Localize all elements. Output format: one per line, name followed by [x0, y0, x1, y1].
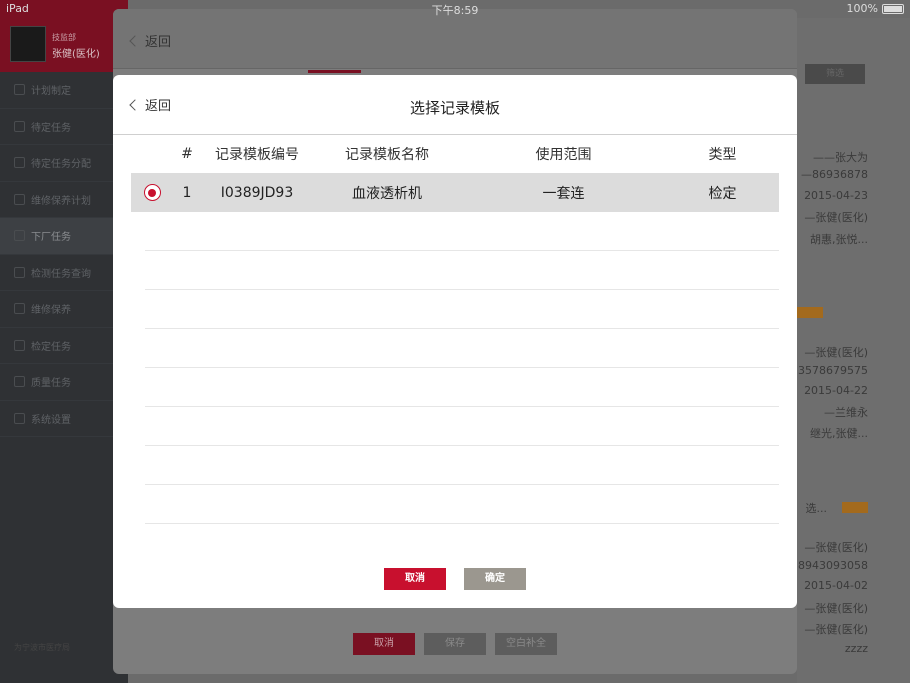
bg-text: —86936878 [801, 168, 868, 181]
sidebar: 技监部 张健(医化) 计划制定 待定任务 待定任务分配 维修保养计划 下厂任务 … [0, 0, 128, 683]
profile-role: 技监部 [52, 33, 76, 42]
bg-text: 选... [805, 502, 828, 515]
sidebar-item-label: 计划制定 [31, 86, 71, 98]
sidebar-item: 待定任务分配 [0, 145, 128, 182]
sidebar-item: 检测任务查询 [0, 255, 128, 291]
sheet-save-button: 保存 [424, 633, 486, 655]
modal-title: 选择记录模板 [409, 99, 500, 117]
menu-icon [14, 339, 25, 351]
table-header: # 记录模板编号 记录模板名称 使用范围 类型 [131, 135, 779, 173]
sidebar-item: 质量任务 [0, 364, 128, 401]
table-row[interactable]: 1 I0389JD93 血液透析机 一套连 检定 [131, 173, 779, 212]
sidebar-menu: 计划制定 待定任务 待定任务分配 维修保养计划 下厂任务 检测任务查询 维修保养… [0, 72, 128, 437]
menu-icon [14, 303, 25, 315]
task-sheet-header: 返回 [113, 9, 797, 69]
sidebar-item: 维修保养计划 [0, 182, 128, 218]
empty-row [145, 251, 779, 290]
sidebar-item-label: 维修保养 [31, 305, 71, 317]
menu-icon [14, 230, 25, 242]
sidebar-item-active: 下厂任务 [0, 218, 128, 255]
sheet-cancel-button: 取消 [353, 633, 415, 655]
sidebar-item: 待定任务 [0, 109, 128, 145]
avatar [10, 26, 46, 62]
empty-row [145, 290, 779, 329]
menu-icon [14, 266, 25, 278]
menu-icon [14, 84, 25, 96]
sidebar-item-label: 检定任务 [31, 341, 71, 353]
column-header-scope: 使用范围 [535, 147, 592, 163]
battery-icon [882, 3, 904, 14]
bg-text: 继光,张健... [810, 427, 868, 440]
bg-text: —张健(医化) [804, 346, 868, 359]
chevron-left-icon [129, 34, 141, 47]
confirm-button[interactable]: 确定 [464, 568, 526, 590]
battery-percent: 100% [846, 2, 878, 15]
bg-text: zzzz [844, 642, 868, 655]
cell-type: 检定 [708, 185, 737, 202]
bg-text: —张健(医化) [804, 211, 868, 224]
bg-text: 18943093058 [791, 559, 868, 572]
sidebar-item-label: 维修保养计划 [31, 195, 91, 207]
task-sheet-back: 返回 [129, 31, 172, 50]
empty-row [145, 407, 779, 446]
modal-actions: 取消 确定 [384, 568, 526, 590]
sidebar-item-label: 待定任务 [31, 122, 71, 134]
sidebar-item-label: 检测任务查询 [31, 268, 91, 280]
cell-index: 1 [182, 184, 192, 201]
tab-indicator [308, 70, 361, 73]
cancel-button[interactable]: 取消 [384, 568, 446, 590]
bg-text: 2015-04-23 [804, 189, 868, 202]
sheet-blank-fill-button: 空白补全 [495, 633, 557, 655]
cell-scope: 一套连 [542, 185, 585, 202]
bg-text: —张健(医化) [804, 541, 868, 554]
status-tag [797, 307, 823, 318]
menu-icon [14, 120, 25, 132]
back-label: 返回 [145, 35, 172, 50]
empty-row [145, 212, 779, 251]
cell-code: I0389JD93 [220, 184, 294, 201]
sidebar-footer: 为宁波市医疗局 [14, 643, 70, 652]
task-sheet-actions: 取消 保存 空白补全 [353, 633, 557, 655]
sidebar-item-label: 质量任务 [31, 378, 71, 390]
sidebar-item: 计划制定 [0, 72, 128, 109]
sidebar-item-label: 下厂任务 [31, 232, 71, 244]
empty-row [145, 446, 779, 485]
template-table: # 记录模板编号 记录模板名称 使用范围 类型 1 I0389JD93 血液透析… [131, 135, 779, 524]
sidebar-item: 检定任务 [0, 328, 128, 364]
menu-icon [14, 412, 25, 424]
bg-text: ——张大为 [813, 151, 868, 164]
sidebar-item: 系统设置 [0, 401, 128, 437]
menu-icon [14, 193, 25, 205]
bg-text: 胡惠,张悦... [810, 233, 868, 246]
column-header-type: 类型 [708, 147, 737, 163]
cell-name: 血液透析机 [352, 185, 422, 202]
sidebar-item-label: 待定任务分配 [31, 159, 91, 171]
empty-row [145, 368, 779, 407]
battery-status: 100% [847, 2, 904, 15]
menu-icon [14, 157, 25, 169]
column-header-index: # [181, 146, 193, 162]
empty-row [145, 329, 779, 368]
bg-text: —张健(医化) [804, 623, 868, 636]
modal-header: 返回 选择记录模板 [113, 75, 797, 135]
clock: 下午8:59 [431, 4, 479, 17]
empty-row [145, 485, 779, 524]
filter-button: 筛选 [805, 64, 865, 84]
bg-text: 2015-04-02 [804, 579, 868, 592]
radio-selected-icon[interactable] [143, 184, 161, 201]
column-header-code: 记录模板编号 [215, 147, 299, 163]
bg-text: —兰维永 [824, 406, 868, 419]
sidebar-item-label: 系统设置 [31, 414, 71, 426]
status-tag [842, 502, 868, 513]
profile-name: 张健(医化) [52, 49, 100, 60]
menu-icon [14, 376, 25, 388]
bg-text: —张健(医化) [804, 602, 868, 615]
bg-text: 13578679575 [791, 364, 868, 377]
status-bar: iPad 下午8:59 100% [0, 0, 910, 18]
column-header-name: 记录模板名称 [345, 147, 429, 163]
sidebar-item: 维修保养 [0, 291, 128, 328]
bg-text: 2015-04-22 [804, 384, 868, 397]
select-template-modal: 返回 选择记录模板 # 记录模板编号 记录模板名称 使用范围 类型 1 I038… [113, 75, 797, 608]
